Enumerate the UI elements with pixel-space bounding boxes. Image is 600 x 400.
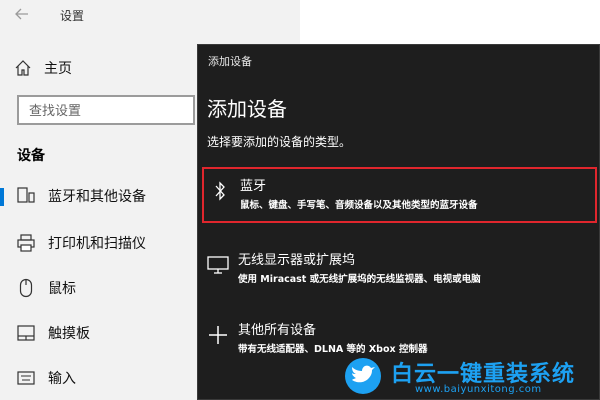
dialog-subtitle: 选择要添加的设备的类型。 (207, 135, 352, 149)
printer-icon (16, 233, 36, 253)
option-title: 其他所有设备 (238, 323, 317, 338)
sidebar-item-label: 蓝牙和其他设备 (48, 189, 146, 205)
dialog-heading: 添加设备 (207, 97, 287, 121)
back-arrow-icon[interactable] (14, 6, 32, 24)
option-title: 无线显示器或扩展坞 (238, 253, 356, 268)
add-device-dialog: 添加设备 添加设备 选择要添加的设备的类型。 蓝牙 鼠标、键盘、手写笔、音频设备… (197, 44, 600, 400)
selection-indicator (0, 188, 4, 206)
nav-home-label: 主页 (44, 61, 72, 77)
option-description: 使用 Miracast 或无线扩展坞的无线监视器、电视或电脑 (238, 274, 481, 285)
bluetooth-devices-icon (16, 186, 36, 206)
bird-logo-icon (343, 356, 383, 396)
sidebar-item-bluetooth[interactable]: 蓝牙和其他设备 (0, 180, 196, 212)
option-description: 鼠标、键盘、手写笔、音频设备以及其他类型的蓝牙设备 (240, 200, 478, 211)
option-description: 带有无线适配器、DLNA 等的 Xbox 控制器 (238, 344, 428, 355)
sidebar-item-mouse[interactable]: 鼠标 (0, 272, 196, 304)
watermark-url: www.baiyunxitong.com (415, 384, 542, 395)
nav-home[interactable]: 主页 (14, 56, 72, 80)
option-title: 蓝牙 (240, 179, 267, 194)
option-wireless-display[interactable]: 无线显示器或扩展坞 使用 Miracast 或无线扩展坞的无线监视器、电视或电脑 (202, 243, 597, 299)
search-box[interactable] (17, 95, 195, 125)
option-bluetooth[interactable]: 蓝牙 鼠标、键盘、手写笔、音频设备以及其他类型的蓝牙设备 (202, 167, 597, 223)
home-icon (14, 59, 32, 77)
sidebar-item-touchpad[interactable]: 触摸板 (0, 317, 196, 349)
sidebar-item-label: 鼠标 (48, 281, 76, 297)
sidebar-item-input[interactable]: 输入 (0, 362, 196, 394)
plus-icon (206, 323, 230, 347)
bluetooth-icon (208, 179, 232, 203)
mouse-icon (16, 278, 36, 298)
sidebar-item-label: 打印机和扫描仪 (48, 236, 146, 252)
watermark: 白云一键重装系统 www.baiyunxitong.com (343, 356, 598, 398)
sidebar-item-printers[interactable]: 打印机和扫描仪 (0, 227, 196, 259)
keyboard-icon (16, 368, 36, 388)
monitor-icon (206, 253, 230, 277)
sidebar-item-label: 输入 (48, 371, 76, 387)
search-input[interactable] (29, 101, 179, 119)
sidebar-item-label: 触摸板 (48, 326, 90, 342)
section-title: 设备 (17, 148, 45, 164)
window-title: 设置 (60, 9, 85, 23)
dialog-caption: 添加设备 (208, 55, 252, 68)
title-bar: 设置 (0, 0, 600, 30)
touchpad-icon (16, 323, 36, 343)
